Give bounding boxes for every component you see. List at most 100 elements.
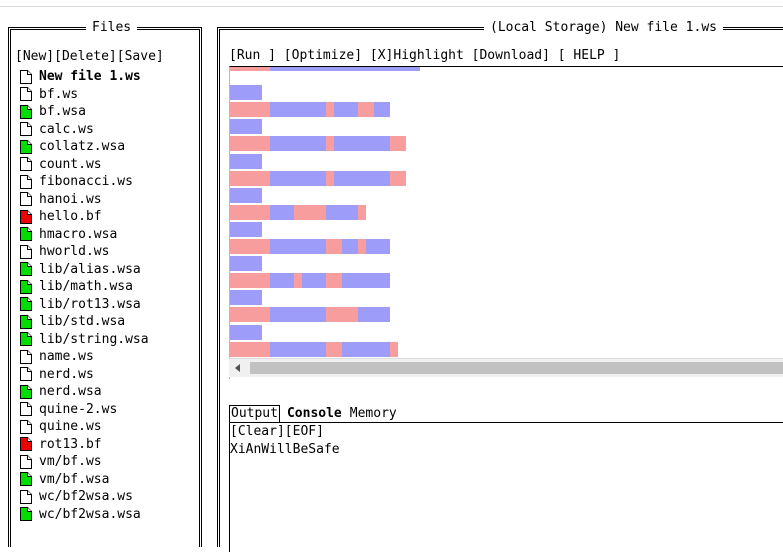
tab-token xyxy=(230,307,270,323)
file-item[interactable]: bf.ws xyxy=(20,86,149,104)
code-editor[interactable] xyxy=(229,66,783,379)
output-toolbar: [Clear][EOF] xyxy=(230,424,324,439)
file-item[interactable]: vm/bf.ws xyxy=(20,453,149,471)
space-token xyxy=(230,290,262,306)
files-panel: Files [New][Delete][Save] New file 1.ws b… xyxy=(8,20,202,547)
save-file-button[interactable]: [Save] xyxy=(117,49,164,64)
file-item[interactable]: hworld.ws xyxy=(20,243,149,261)
space-token xyxy=(334,170,390,186)
space-token xyxy=(366,239,390,254)
download-button[interactable]: [Download] xyxy=(472,48,550,63)
file-name: hworld.ws xyxy=(39,244,110,260)
tab-token xyxy=(230,204,270,220)
file-green-icon xyxy=(20,227,32,242)
file-item[interactable]: bf.wsa xyxy=(20,103,149,121)
file-item[interactable]: lib/rot13.wsa xyxy=(20,296,149,314)
file-name: collatz.wsa xyxy=(39,139,126,155)
editor-panel: (Local Storage) New file 1.ws [Run ] [Op… xyxy=(217,20,783,552)
space-token xyxy=(270,204,294,220)
clear-output-button[interactable]: [Clear] xyxy=(230,424,285,439)
tab-token xyxy=(390,170,406,186)
tab-output[interactable]: Output xyxy=(229,405,280,422)
file-item[interactable]: hello.bf xyxy=(20,208,149,226)
file-green-icon xyxy=(20,104,32,119)
file-item[interactable]: wc/bf2wsa.wsa xyxy=(20,506,149,524)
tab-memory[interactable]: Memory xyxy=(349,406,398,422)
file-item[interactable]: rot13.bf xyxy=(20,436,149,454)
file-name: vm/bf.wsa xyxy=(39,471,110,487)
file-item[interactable]: hanoi.ws xyxy=(20,191,149,209)
file-red-icon xyxy=(20,437,32,452)
space-token xyxy=(230,153,262,169)
file-green-icon xyxy=(20,139,32,154)
output-tabs: Output Console Memory xyxy=(229,405,398,422)
file-blank-icon xyxy=(20,489,32,504)
file-blank-icon xyxy=(20,419,32,434)
optimize-button[interactable]: [Optimize] xyxy=(284,48,362,63)
file-item[interactable]: lib/string.wsa xyxy=(20,331,149,349)
file-name: wc/bf2wsa.wsa xyxy=(39,506,141,522)
tab-token xyxy=(358,102,374,118)
file-blank-icon xyxy=(20,367,32,382)
space-token xyxy=(334,136,390,152)
highlight-toggle[interactable]: [X]Highlight xyxy=(370,48,464,63)
file-name: lib/rot13.wsa xyxy=(39,296,141,312)
file-name: hmacro.wsa xyxy=(39,226,118,242)
files-panel-title: Files xyxy=(86,20,138,36)
file-name: lib/std.wsa xyxy=(39,314,126,330)
program-output-text: XiAnWillBeSafe xyxy=(230,442,340,457)
file-name: bf.ws xyxy=(39,86,79,102)
file-item[interactable]: fibonacci.ws xyxy=(20,173,149,191)
file-item[interactable]: quine.ws xyxy=(20,418,149,436)
file-item[interactable]: wc/bf2wsa.ws xyxy=(20,488,149,506)
scrollbar-thumb[interactable] xyxy=(250,362,783,374)
file-green-icon xyxy=(20,472,32,487)
file-item[interactable]: calc.ws xyxy=(20,121,149,139)
file-item[interactable]: count.ws xyxy=(20,156,149,174)
file-item[interactable]: name.ws xyxy=(20,348,149,366)
file-name: name.ws xyxy=(39,349,94,365)
file-blank-icon xyxy=(20,174,32,189)
file-name: calc.ws xyxy=(39,121,94,137)
file-item[interactable]: lib/math.wsa xyxy=(20,278,149,296)
tab-token xyxy=(230,273,270,289)
file-blank-icon xyxy=(20,402,32,417)
horizontal-scrollbar[interactable] xyxy=(229,358,783,377)
space-token xyxy=(230,85,262,101)
eof-button[interactable]: [EOF] xyxy=(285,424,324,439)
new-file-button[interactable]: [New] xyxy=(15,49,54,64)
space-token xyxy=(270,67,420,71)
space-token xyxy=(374,102,390,118)
file-item[interactable]: hmacro.wsa xyxy=(20,226,149,244)
file-item[interactable]: vm/bf.wsa xyxy=(20,471,149,489)
file-item[interactable]: New file 1.ws xyxy=(20,68,149,86)
tab-token xyxy=(326,102,334,118)
delete-file-button[interactable]: [Delete] xyxy=(54,49,117,64)
help-button[interactable]: [ HELP ] xyxy=(558,48,621,63)
space-token xyxy=(326,204,358,220)
file-list: New file 1.ws bf.ws bf.wsa calc.ws collatz.w… xyxy=(20,68,149,523)
run-button[interactable]: [Run ] xyxy=(229,48,276,63)
file-name: New file 1.ws xyxy=(39,69,141,85)
file-item[interactable]: lib/std.wsa xyxy=(20,313,149,331)
file-item[interactable]: lib/alias.wsa xyxy=(20,261,149,279)
space-token xyxy=(270,136,326,152)
tab-token xyxy=(358,239,366,254)
file-blank-icon xyxy=(20,244,32,259)
file-item[interactable]: nerd.ws xyxy=(20,366,149,384)
file-item[interactable]: quine-2.ws xyxy=(20,401,149,419)
file-green-icon xyxy=(20,279,32,294)
scroll-left-arrow-icon[interactable] xyxy=(229,359,247,377)
file-item[interactable]: collatz.wsa xyxy=(20,138,149,156)
tab-console[interactable]: Console xyxy=(286,406,343,422)
file-item[interactable]: nerd.wsa xyxy=(20,383,149,401)
space-token xyxy=(230,221,262,237)
tab-token xyxy=(230,341,270,357)
files-toolbar: [New][Delete][Save] xyxy=(15,49,164,64)
tab-token xyxy=(390,341,398,357)
file-name: lib/string.wsa xyxy=(39,331,149,347)
file-blank-icon xyxy=(20,454,32,469)
file-blank-icon xyxy=(20,157,32,172)
tab-token xyxy=(230,67,270,71)
tab-token xyxy=(230,102,270,118)
